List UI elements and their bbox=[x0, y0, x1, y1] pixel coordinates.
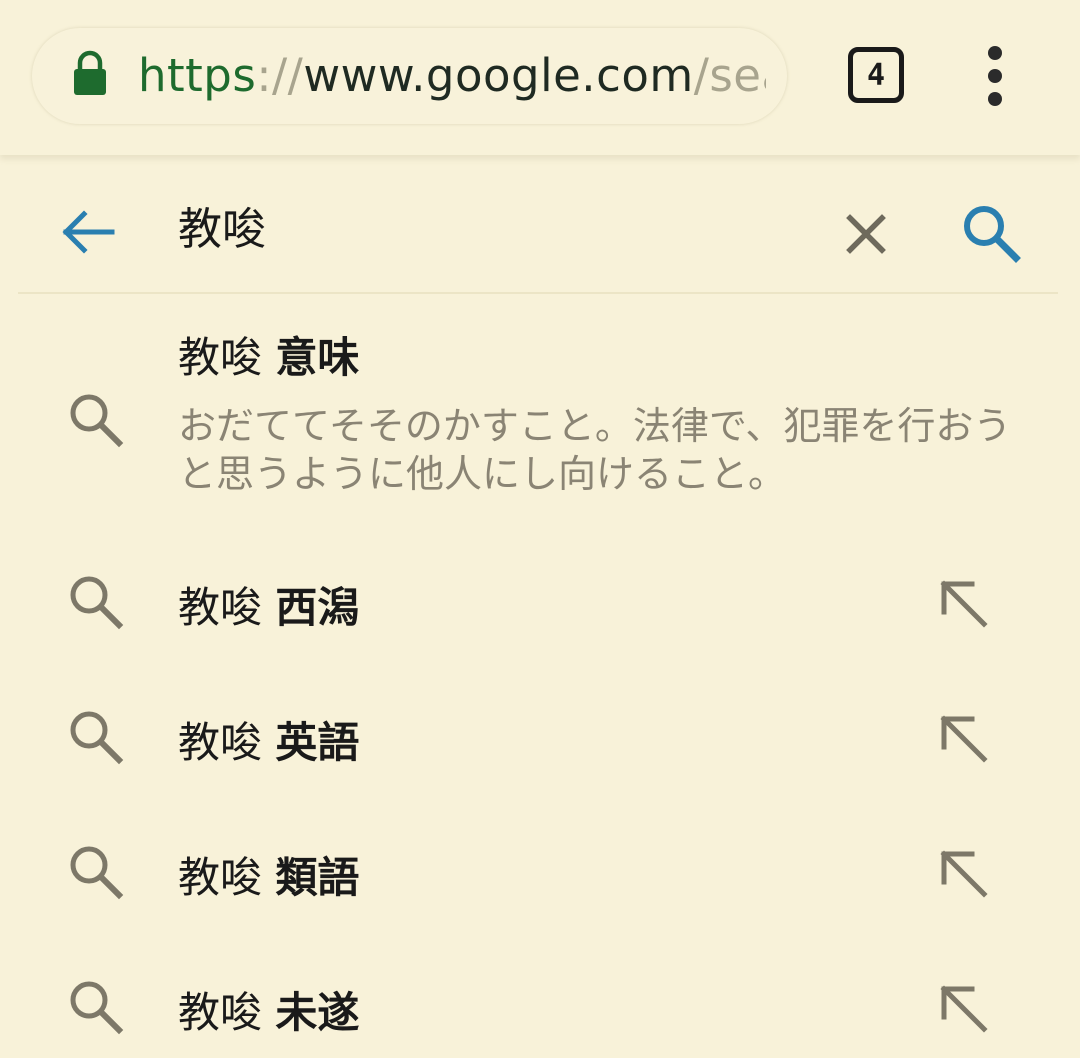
tab-switcher-button[interactable]: 4 bbox=[848, 47, 904, 103]
suggestion-text: 教唆 未遂 bbox=[178, 979, 359, 1040]
tab-count: 4 bbox=[866, 57, 886, 93]
suggestion-suffix: 英語 bbox=[275, 718, 360, 767]
suggestion-suffix: 西潟 bbox=[275, 583, 360, 632]
suggestion-item[interactable]: 教唆 意味 おだててそそのかすこと。法律で、犯罪を行おうと思うように他人にし向け… bbox=[0, 318, 1080, 518]
search-icon bbox=[70, 394, 124, 448]
search-input[interactable]: 教唆 bbox=[178, 200, 266, 260]
suggestion-prefix: 教唆 bbox=[178, 853, 263, 902]
suggestion-prefix: 教唆 bbox=[178, 718, 263, 767]
suggestion-prefix: 教唆 bbox=[178, 583, 263, 632]
url-separator: :// bbox=[256, 49, 304, 102]
suggestion-prefix: 教唆 bbox=[178, 988, 263, 1037]
suggestion-text: 教唆 意味 bbox=[178, 324, 359, 385]
browser-toolbar: https://www.google.com/sea 4 bbox=[0, 0, 1080, 155]
arrow-up-left-icon[interactable] bbox=[934, 574, 994, 634]
suggestion-text: 教唆 西潟 bbox=[178, 574, 359, 635]
suggestion-description: おだててそそのかすこと。法律で、犯罪を行おうと思うように他人にし向けること。 bbox=[178, 404, 1012, 496]
search-bar: 教唆 bbox=[0, 160, 1080, 292]
search-icon[interactable] bbox=[960, 202, 1022, 264]
arrow-left-icon[interactable] bbox=[58, 208, 116, 256]
search-icon bbox=[70, 981, 124, 1035]
suggestion-suffix: 意味 bbox=[275, 333, 360, 382]
search-icon bbox=[70, 576, 124, 630]
suggestion-suffix: 未遂 bbox=[275, 988, 360, 1037]
search-icon bbox=[70, 846, 124, 900]
divider bbox=[18, 292, 1058, 294]
overflow-menu-icon[interactable] bbox=[970, 44, 1020, 108]
lock-icon[interactable] bbox=[72, 50, 108, 96]
search-icon bbox=[70, 711, 124, 765]
menu-dot bbox=[988, 46, 1002, 60]
url-host: www.google.com bbox=[303, 49, 694, 102]
menu-dot bbox=[988, 92, 1002, 106]
suggestion-item[interactable]: 教唆 類語 bbox=[0, 828, 1080, 918]
suggestion-prefix: 教唆 bbox=[178, 333, 263, 382]
url-path: /sea bbox=[693, 49, 766, 102]
suggestion-suffix: 類語 bbox=[275, 853, 360, 902]
arrow-up-left-icon[interactable] bbox=[934, 844, 994, 904]
close-icon[interactable] bbox=[842, 210, 890, 258]
suggestion-text: 教唆 類語 bbox=[178, 844, 359, 905]
suggestion-item[interactable]: 教唆 未遂 bbox=[0, 963, 1080, 1053]
menu-dot bbox=[988, 69, 1002, 83]
arrow-up-left-icon[interactable] bbox=[934, 979, 994, 1039]
suggestion-item[interactable]: 教唆 西潟 bbox=[0, 558, 1080, 648]
url-scheme: https bbox=[138, 49, 257, 102]
url-text[interactable]: https://www.google.com/sea bbox=[138, 44, 766, 108]
suggestion-text: 教唆 英語 bbox=[178, 709, 359, 770]
arrow-up-left-icon[interactable] bbox=[934, 709, 994, 769]
suggestion-item[interactable]: 教唆 英語 bbox=[0, 693, 1080, 783]
